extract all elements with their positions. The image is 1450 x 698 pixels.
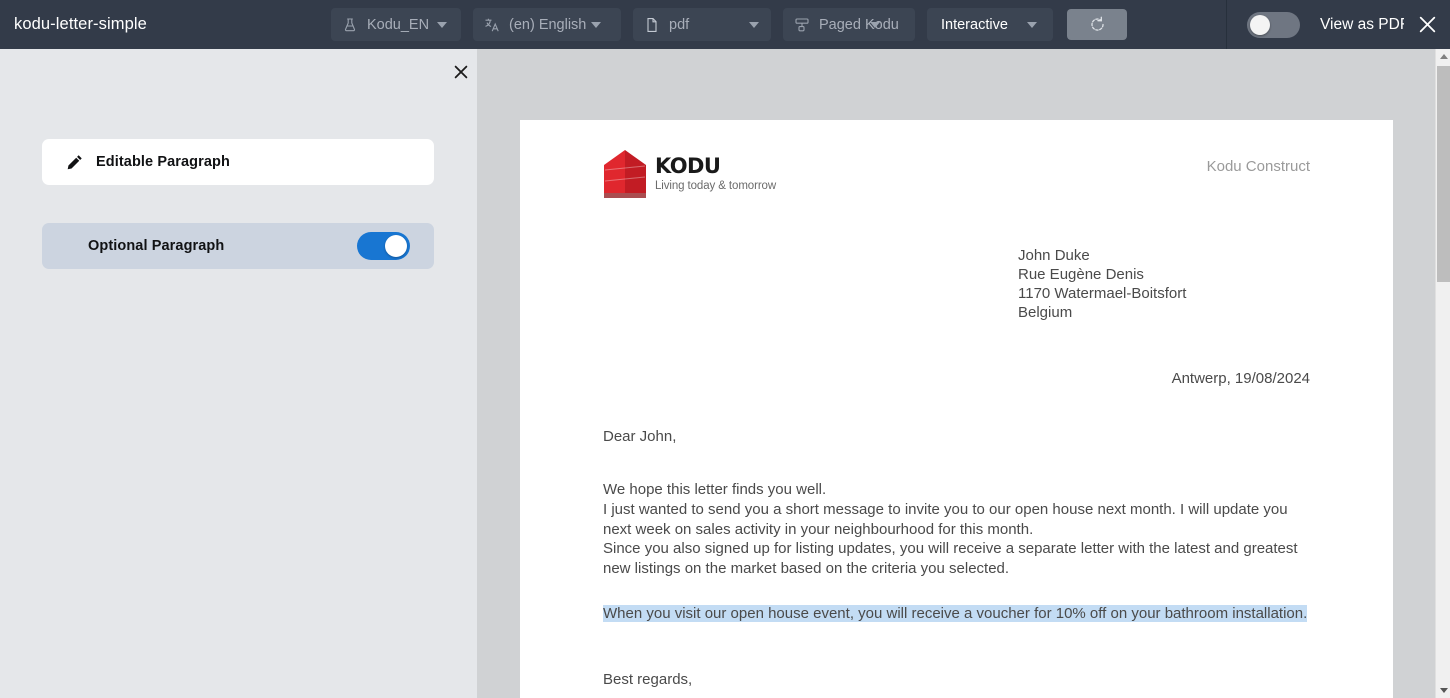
body-line-3: Since you also signed up for listing upd… (603, 539, 1313, 579)
recipient-name: John Duke (1018, 246, 1186, 265)
pencil-icon (66, 154, 83, 171)
editable-paragraph-label: Editable Paragraph (96, 154, 230, 170)
document-title: kodu-letter-simple (14, 15, 147, 34)
editable-paragraph-card[interactable]: Editable Paragraph (42, 139, 434, 185)
translate-icon (484, 17, 500, 33)
paragraph-options-panel: Editable Paragraph Optional Paragraph (0, 49, 477, 698)
vertical-scrollbar[interactable] (1435, 49, 1450, 698)
body-line-2: I just wanted to send you a short messag… (603, 500, 1313, 540)
close-icon (1417, 14, 1438, 35)
chevron-down-icon (1440, 688, 1448, 693)
format-select-label: pdf (669, 17, 689, 33)
file-icon (644, 17, 660, 33)
dateline: Antwerp, 19/08/2024 (1172, 370, 1310, 387)
close-button[interactable] (1404, 0, 1450, 49)
logo-wordmark: KODU (655, 156, 776, 177)
close-icon (452, 63, 470, 81)
language-select-label: (en) English (509, 17, 586, 33)
refresh-icon (1089, 16, 1106, 33)
chevron-down-icon (1027, 22, 1037, 28)
top-toolbar: kodu-letter-simple Kodu_EN (en) English (0, 0, 1450, 49)
scrollbar-thumb[interactable] (1437, 66, 1450, 282)
kodu-logo: KODU Living today & tomorrow (603, 148, 776, 200)
view-as-pdf-label: View as PDF (1320, 16, 1404, 34)
logo-text-block: KODU Living today & tomorrow (655, 148, 776, 193)
document-viewer: KODU Living today & tomorrow Kodu Constr… (477, 49, 1450, 698)
optional-paragraph-highlighted[interactable]: When you visit our open house event, you… (603, 604, 1313, 624)
toolbar-controls: Kodu_EN (en) English pdf (331, 8, 1127, 41)
panel-close-button[interactable] (450, 61, 472, 83)
optional-paragraph-toggle[interactable] (357, 232, 410, 260)
chevron-down-icon (749, 22, 759, 28)
chevron-down-icon (870, 22, 880, 28)
recipient-country: Belgium (1018, 303, 1186, 322)
recipient-address: John Duke Rue Eugène Denis 1170 Watermae… (1018, 246, 1186, 322)
salutation: Dear John, (603, 428, 676, 445)
sender-name: Kodu Construct (1207, 158, 1310, 175)
language-select[interactable]: (en) English (473, 8, 621, 41)
layout-icon (794, 17, 810, 33)
toolbar-divider (1226, 0, 1227, 49)
recipient-street: Rue Eugène Denis (1018, 265, 1186, 284)
chevron-up-icon (1440, 54, 1448, 59)
scroll-up-button[interactable] (1436, 49, 1450, 64)
toggle-knob (1250, 15, 1270, 35)
flask-icon (342, 17, 358, 33)
template-select-label: Kodu_EN (367, 17, 429, 33)
scroll-down-button[interactable] (1436, 683, 1450, 698)
logo-tagline: Living today & tomorrow (655, 181, 776, 193)
optional-paragraph-card[interactable]: Optional Paragraph (42, 223, 434, 269)
mode-select[interactable]: Interactive (927, 8, 1053, 41)
mode-select-label: Interactive (941, 17, 1008, 33)
house-logo-icon (603, 148, 647, 200)
layout-select-label: Paged Kodu (819, 17, 899, 33)
body-paragraphs: We hope this letter finds you well. I ju… (603, 480, 1313, 579)
optional-paragraph-label: Optional Paragraph (88, 238, 224, 254)
view-as-pdf-toggle[interactable] (1247, 12, 1300, 38)
optional-paragraph-text: When you visit our open house event, you… (603, 605, 1307, 622)
chevron-down-icon (437, 22, 447, 28)
toolbar-right-group: View as PDF (1226, 0, 1450, 49)
closing-line: Best regards, (603, 671, 692, 688)
letter-page: KODU Living today & tomorrow Kodu Constr… (520, 120, 1393, 698)
template-select[interactable]: Kodu_EN (331, 8, 461, 41)
toggle-knob (385, 235, 407, 257)
recipient-city: 1170 Watermael-Boitsfort (1018, 284, 1186, 303)
layout-select[interactable]: Paged Kodu (783, 8, 915, 41)
format-select[interactable]: pdf (633, 8, 771, 41)
refresh-button[interactable] (1067, 9, 1127, 40)
body-line-1: We hope this letter finds you well. (603, 480, 1313, 500)
chevron-down-icon (591, 22, 601, 28)
